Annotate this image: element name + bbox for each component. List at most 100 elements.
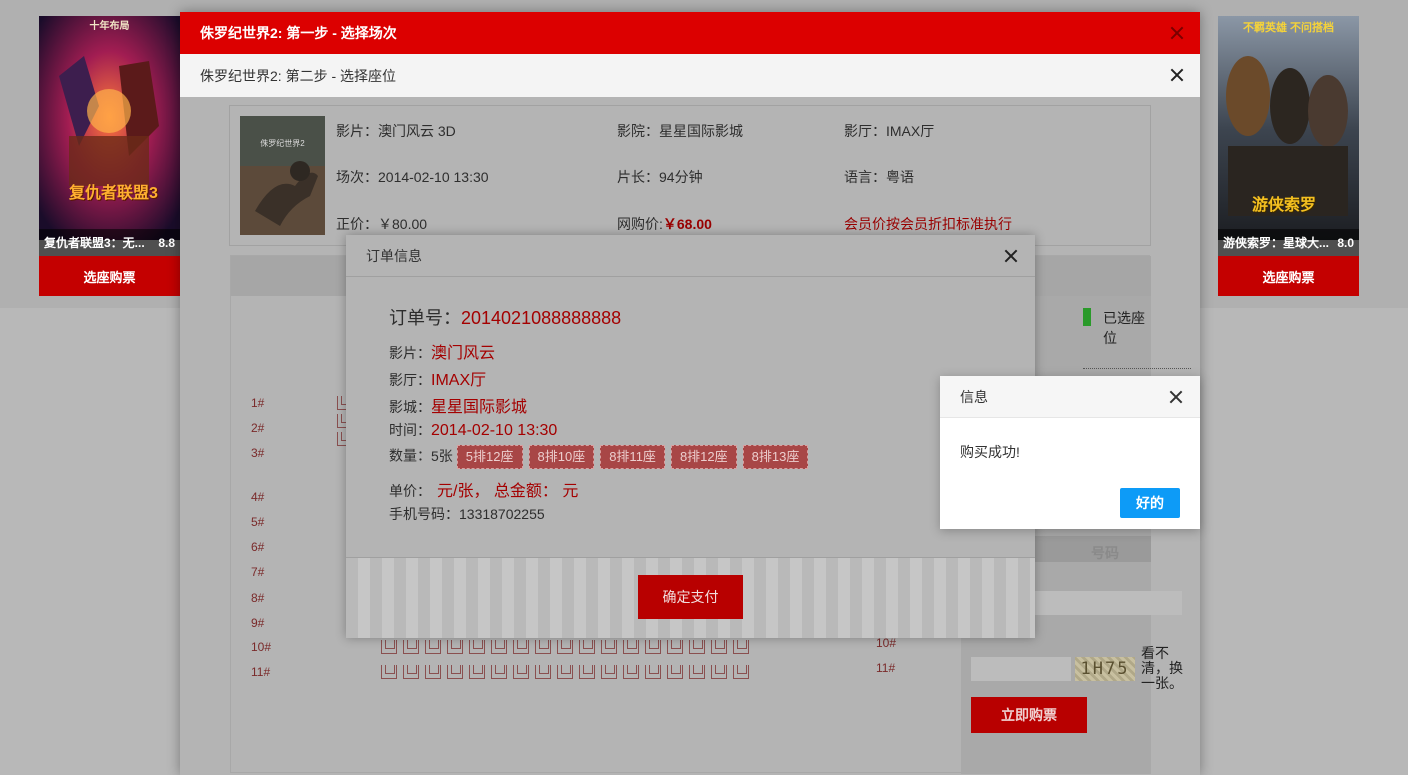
- order-modal-header: 订单信息: [346, 235, 1035, 277]
- info-dialog-title: 信息: [960, 388, 988, 405]
- seat-tag: 8排12座: [670, 445, 737, 469]
- session-info: 场次：2014-02-10 13:30: [336, 169, 489, 185]
- order-phone-line: 手机号码：13318702255: [389, 506, 545, 522]
- row-label: 11#: [251, 665, 271, 679]
- step1-title: 侏罗纪世界2: 第一步 - 选择场次: [200, 25, 397, 41]
- seat[interactable]: [491, 665, 507, 679]
- seat[interactable]: [535, 665, 551, 679]
- poster-card-right[interactable]: 不羁英雄 不问搭档 游侠索罗 游侠索罗：星球大... 8.0 选座购票: [1218, 16, 1359, 296]
- row-label: 4#: [251, 490, 265, 504]
- movie-rating: 8.8: [158, 235, 175, 250]
- row-label: 8#: [251, 591, 265, 605]
- row-label: 5#: [251, 515, 265, 529]
- seat[interactable]: [425, 640, 441, 654]
- seat[interactable]: [667, 665, 683, 679]
- length-info: 片长：94分钟: [617, 169, 703, 185]
- step1-header[interactable]: 侏罗纪世界2: 第一步 - 选择场次: [180, 12, 1200, 54]
- poster-art-title-left: 复仇者联盟3: [69, 185, 158, 202]
- movie-title: 复仇者联盟3：无...: [44, 236, 145, 250]
- row-label: 9#: [251, 616, 265, 630]
- seat-tag: 8排11座: [600, 445, 665, 469]
- poster-thumb-title: 侏罗纪世界2: [260, 139, 305, 148]
- seat[interactable]: [469, 640, 485, 654]
- seat-tag-list: 5排12座 8排10座 8排11座 8排12座 8排13座: [456, 445, 815, 469]
- confirm-pay-button[interactable]: 确定支付: [638, 575, 743, 619]
- order-hall-line: 影厅：IMAX厅: [389, 372, 487, 389]
- poster-banner-left: 十年布局: [89, 21, 130, 32]
- captcha-refresh-link[interactable]: 看不清，换一张。: [1141, 646, 1185, 691]
- seat[interactable]: [579, 640, 595, 654]
- seat[interactable]: [623, 665, 639, 679]
- select-seat-button-left[interactable]: 选座购票: [39, 256, 180, 296]
- row-label-right: 10#: [876, 636, 897, 650]
- seat[interactable]: [513, 665, 529, 679]
- poster-image-right[interactable]: 不羁英雄 不问搭档 游侠索罗: [1218, 16, 1359, 240]
- order-film-line: 影片：澳门风云: [389, 345, 496, 362]
- select-seat-button-right[interactable]: 选座购票: [1218, 256, 1359, 296]
- language-info: 语言：粤语: [844, 169, 914, 185]
- phone-section-title: 号码: [1091, 545, 1119, 561]
- order-time-line: 时间：2014-02-10 13:30: [389, 422, 558, 439]
- seat[interactable]: [689, 640, 705, 654]
- captcha-image[interactable]: 1H75: [1075, 657, 1135, 681]
- seat[interactable]: [535, 640, 551, 654]
- order-price-line: 单价： 元/张， 总金额： 元: [389, 483, 579, 500]
- step2-title: 侏罗纪世界2: 第二步 - 选择座位: [200, 67, 397, 84]
- jurassic-poster-art: [240, 116, 325, 235]
- seat-tag: 8排13座: [742, 445, 809, 469]
- poster-image-left[interactable]: 十年布局 复仇者联盟3: [39, 16, 180, 240]
- close-icon[interactable]: [1170, 26, 1184, 40]
- poster-caption-right: 游侠索罗：星球大... 8.0: [1218, 229, 1359, 256]
- row-label-right: 11#: [876, 661, 896, 675]
- hall-info: 影厅：IMAX厅: [844, 123, 935, 139]
- seat[interactable]: [733, 665, 749, 679]
- seat[interactable]: [711, 640, 727, 654]
- row-label: 2#: [251, 421, 265, 435]
- row-label: 7#: [251, 565, 265, 579]
- row-label: 1#: [251, 396, 265, 410]
- seat[interactable]: [667, 640, 683, 654]
- order-info-modal: 订单信息 订单号：2014021088888888 影片：澳门风云 影厅：IMA…: [346, 235, 1035, 638]
- order-modal-title: 订单信息: [366, 247, 422, 264]
- divider: [1083, 368, 1191, 369]
- online-price: 网购价:￥68.00: [617, 216, 712, 232]
- close-icon[interactable]: [1169, 390, 1183, 404]
- order-number-line: 订单号：2014021088888888: [389, 308, 622, 328]
- row-label: 3#: [251, 446, 265, 460]
- seat[interactable]: [711, 665, 727, 679]
- seat[interactable]: [579, 665, 595, 679]
- seat[interactable]: [645, 640, 661, 654]
- ok-button[interactable]: 好的: [1120, 488, 1180, 518]
- seat[interactable]: [381, 665, 397, 679]
- seat[interactable]: [491, 640, 507, 654]
- seat[interactable]: [403, 640, 419, 654]
- poster-art-title-right: 游侠索罗: [1252, 197, 1317, 214]
- close-icon[interactable]: [1170, 68, 1184, 82]
- seat[interactable]: [645, 665, 661, 679]
- poster-card-left[interactable]: 十年布局 复仇者联盟3 复仇者联盟3：无... 8.8 选座购票: [39, 16, 180, 296]
- selected-seat-legend: 已选座位: [1103, 310, 1145, 346]
- avengers-poster-art: [39, 16, 180, 240]
- buy-now-button[interactable]: 立即购票: [971, 697, 1087, 733]
- poster-banner-right: 不羁英雄 不问搭档: [1242, 22, 1335, 34]
- seat[interactable]: [557, 665, 573, 679]
- seat[interactable]: [469, 665, 485, 679]
- seat[interactable]: [623, 640, 639, 654]
- seat[interactable]: [447, 665, 463, 679]
- seat[interactable]: [733, 640, 749, 654]
- seat[interactable]: [513, 640, 529, 654]
- seat[interactable]: [689, 665, 705, 679]
- cinema-info: 影院：星星国际影城: [617, 123, 743, 139]
- seat[interactable]: [557, 640, 573, 654]
- captcha-input[interactable]: [971, 657, 1071, 681]
- order-cinema-line: 影城：星星国际影城: [389, 399, 528, 416]
- seat[interactable]: [601, 665, 617, 679]
- seat-tag: 5排12座: [456, 445, 523, 469]
- seat[interactable]: [447, 640, 463, 654]
- seat[interactable]: [425, 665, 441, 679]
- step2-header: 侏罗纪世界2: 第二步 - 选择座位: [180, 54, 1200, 97]
- seat[interactable]: [381, 640, 397, 654]
- seat[interactable]: [403, 665, 419, 679]
- seat[interactable]: [601, 640, 617, 654]
- close-icon[interactable]: [1004, 249, 1018, 263]
